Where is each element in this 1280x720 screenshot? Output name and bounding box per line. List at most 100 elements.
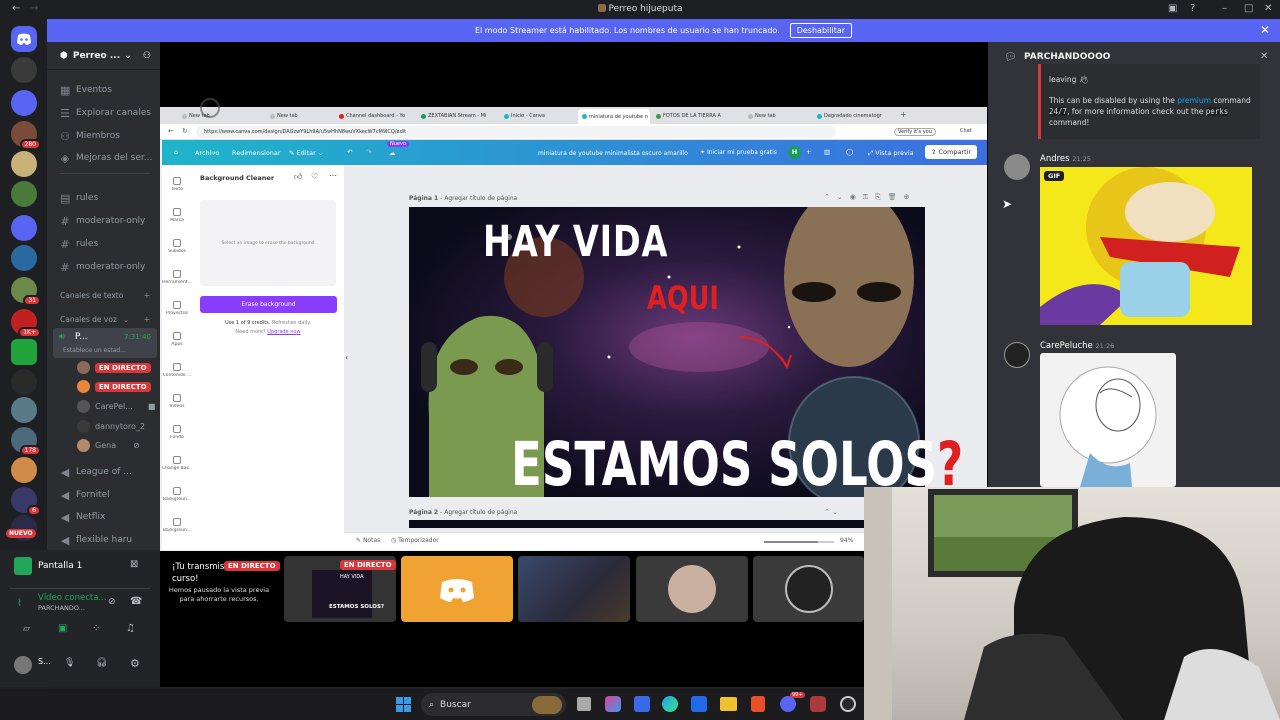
voice-channel[interactable]: ◀︎ Fornitel xyxy=(47,485,160,505)
file-explorer-icon[interactable] xyxy=(720,697,737,711)
server-icon[interactable] xyxy=(11,57,37,83)
server-icon[interactable] xyxy=(11,245,37,271)
avatar[interactable] xyxy=(14,656,32,674)
copilot-icon[interactable] xyxy=(605,696,621,712)
close-chat-icon[interactable]: ✕ xyxy=(1260,51,1268,62)
avatar[interactable] xyxy=(1004,154,1030,180)
home-icon[interactable]: ⌂ xyxy=(174,148,178,156)
page2-canvas[interactable] xyxy=(409,520,925,528)
comments-icon[interactable]: ◯ xyxy=(846,148,853,156)
erase-background-button[interactable]: Erase background xyxy=(200,296,337,313)
rail-item[interactable]: Proyectos xyxy=(162,301,192,316)
browser-tab[interactable]: FOTOS DE LA TIERRA A xyxy=(652,109,740,123)
stream-tile-discord[interactable] xyxy=(401,556,513,622)
image-dropzone[interactable]: Select an image to erase the background xyxy=(200,200,336,286)
rail-item[interactable]: Fondo xyxy=(162,425,192,440)
server-icon[interactable] xyxy=(11,339,37,365)
dislike-icon[interactable]: ♡ xyxy=(311,172,318,181)
voice-user[interactable]: EN DIRECTO xyxy=(77,378,151,395)
reload-icon[interactable]: ↻ xyxy=(182,127,188,135)
browser-tab[interactable]: New tab xyxy=(178,109,264,123)
stop-stream-icon[interactable]: ⊠ xyxy=(130,559,138,570)
zoom-slider[interactable] xyxy=(764,541,834,543)
cloud-save-icon[interactable]: ☁ xyxy=(389,149,396,157)
discord-taskbar-icon[interactable] xyxy=(780,696,796,712)
stream-tile-user[interactable] xyxy=(636,556,748,622)
preview-button[interactable]: ⤢ Vista previa xyxy=(868,149,914,158)
premium-command[interactable]: premium xyxy=(1177,96,1211,105)
voice-channel[interactable]: ◀︎ League of ... xyxy=(47,462,160,482)
rail-item[interactable]: Marca xyxy=(162,208,192,223)
rail-item[interactable]: Backgroun... xyxy=(162,518,192,533)
voice-user[interactable]: EN DIRECTO xyxy=(77,359,151,376)
collapse-panel-icon[interactable]: ‹ xyxy=(345,353,348,362)
server-icon[interactable] xyxy=(11,181,37,207)
brave-icon[interactable] xyxy=(751,696,765,712)
server-icon[interactable] xyxy=(11,90,37,116)
page1-hint[interactable]: - Agregar título de página xyxy=(440,195,517,202)
server-icon[interactable] xyxy=(11,215,37,241)
server-icon[interactable]: 6 xyxy=(11,487,41,516)
analytics-icon[interactable]: ▥ xyxy=(824,148,830,156)
text-category[interactable]: Canales de texto + xyxy=(47,285,160,305)
discord-home-icon[interactable] xyxy=(11,26,37,52)
youtube-thumbnail-canvas[interactable]: HAY VIDA AQUI ESTAMOS SOLOS? xyxy=(409,207,963,500)
add-member-icon[interactable]: ⚇ xyxy=(143,51,151,61)
events-item[interactable]: ▦ Eventos xyxy=(47,80,160,100)
members-item[interactable]: ⚇ Miembros xyxy=(47,126,160,146)
upgrade-link[interactable]: Upgrade now xyxy=(267,329,300,335)
edit-menu[interactable]: ✎ Editar ⌄ xyxy=(289,149,323,157)
voice-user[interactable]: dannytoro_2 xyxy=(77,418,145,435)
share-button[interactable]: ⇪ Compartir xyxy=(925,145,978,159)
user-avatar[interactable]: H xyxy=(788,146,801,159)
page2-collapse-icon[interactable]: ⌃ ⌄ xyxy=(824,508,838,516)
stream-tile-own[interactable]: HAY VIDA ESTAMOS SOLOS? EN DIRECTO xyxy=(284,556,396,622)
text-channel[interactable]: ▤ rules xyxy=(47,188,160,208)
page2-hint[interactable]: - Agregar título de página xyxy=(440,509,517,516)
rail-item[interactable]: Apps xyxy=(162,332,192,347)
voice-channel[interactable]: ◀︎ flexible haru xyxy=(47,530,160,550)
server-icon[interactable]: 1K+ xyxy=(11,309,41,338)
browser-tab[interactable]: Degradado cinematogr xyxy=(813,109,885,123)
server-icon[interactable]: 31 xyxy=(11,277,41,306)
headphones-icon[interactable]: 🎧︎ xyxy=(96,658,107,668)
add-collaborator-icon[interactable]: + xyxy=(806,148,811,156)
text-channel[interactable]: # moderator-only xyxy=(47,211,160,231)
browser-tab[interactable]: ZEXTABIAN Stream - Mi xyxy=(417,109,497,123)
browser-tab[interactable]: miniatura de youtube n xyxy=(578,109,650,124)
server-header[interactable]: ⬢ Perreo ... ⌄ ⚇ xyxy=(47,42,160,70)
inbox-icon[interactable]: ▣ xyxy=(1168,3,1177,14)
back-icon[interactable]: ← xyxy=(168,127,174,135)
stream-tile-user[interactable] xyxy=(753,556,864,622)
server-icon[interactable]: 280 xyxy=(11,121,41,150)
message-author[interactable]: CarePeluche 21:26 xyxy=(1040,341,1114,351)
screen-share-active-icon[interactable]: ▣ xyxy=(58,623,67,634)
text-channel[interactable]: # rules xyxy=(47,234,160,254)
server-icon[interactable] xyxy=(11,369,37,395)
zoom-level[interactable]: 94% xyxy=(840,537,853,544)
maximize-icon[interactable]: □ xyxy=(1244,3,1253,14)
soundboard-icon[interactable]: ♫ xyxy=(126,623,135,634)
microphone-icon[interactable]: 🎙︎ xyxy=(64,658,75,668)
add-channel-icon[interactable]: + xyxy=(144,315,150,324)
gif-attachment[interactable]: GIF xyxy=(1040,167,1252,325)
message-author[interactable]: Andres 21:25 xyxy=(1040,154,1091,164)
like-icon[interactable]: 👍︎ xyxy=(294,172,302,182)
stream-tile-room[interactable] xyxy=(518,556,630,622)
close-window-icon[interactable]: ✕ xyxy=(1264,3,1272,14)
text-channel[interactable]: # moderator-only xyxy=(47,257,160,277)
outlook-icon[interactable] xyxy=(691,696,707,712)
edge-icon[interactable] xyxy=(662,696,678,712)
rail-item[interactable]: Videos xyxy=(162,394,192,409)
store-icon[interactable] xyxy=(634,696,650,712)
chat-button[interactable]: Chat xyxy=(960,128,972,134)
more-options-icon[interactable]: ⋯ xyxy=(329,171,337,180)
server-icon[interactable]: 178 xyxy=(11,427,41,456)
verify-chip[interactable]: Verify it's you xyxy=(894,128,936,136)
browser-tab[interactable]: New tab xyxy=(744,109,810,123)
resize-menu[interactable]: Redimensionar xyxy=(232,149,281,157)
rail-item[interactable]: Texto xyxy=(162,177,192,192)
notes-button[interactable]: ✎ Notas xyxy=(356,537,380,544)
windows-start-icon[interactable] xyxy=(396,697,411,712)
browser-tab[interactable]: Inicio - Canva xyxy=(500,109,576,123)
